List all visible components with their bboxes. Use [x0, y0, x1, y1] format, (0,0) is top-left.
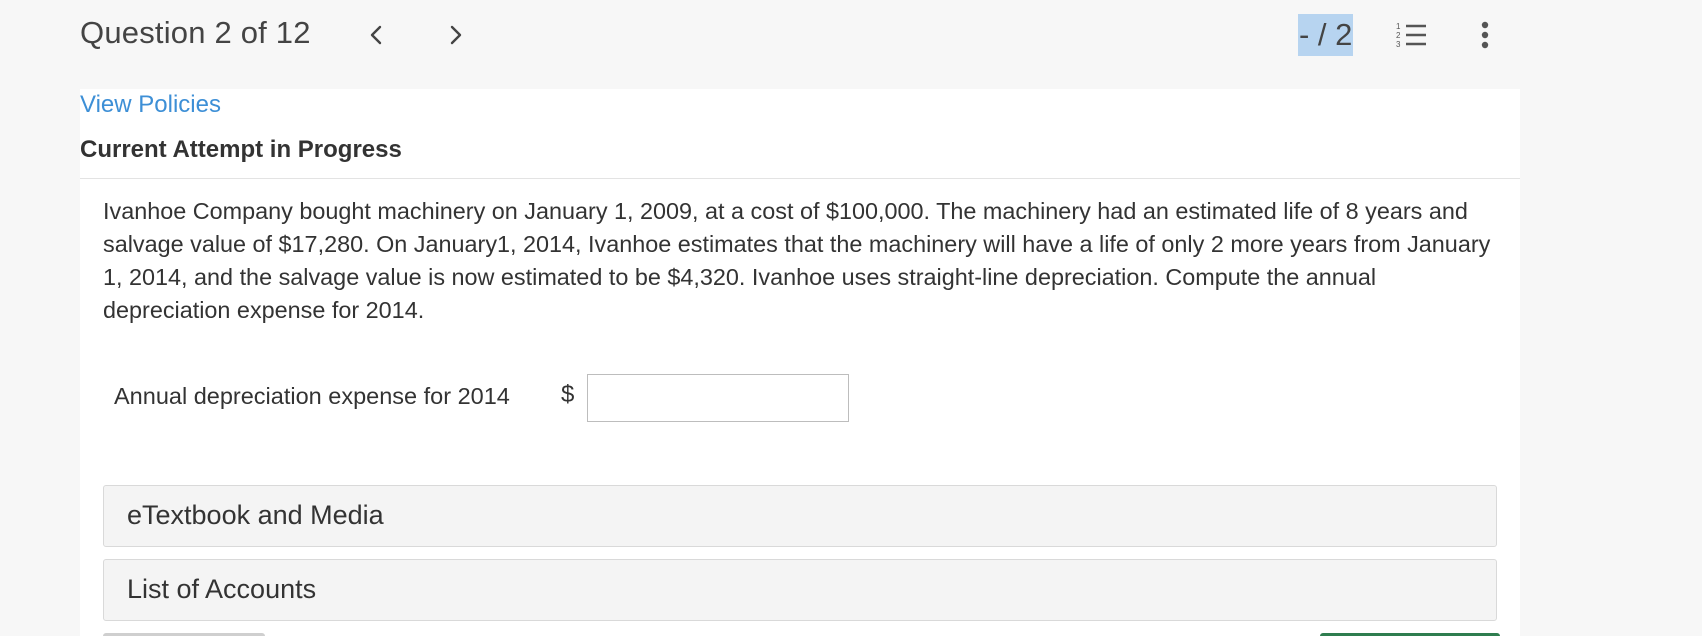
- answer-label: Annual depreciation expense for 2014: [114, 383, 510, 409]
- list-of-accounts-label: List of Accounts: [127, 574, 317, 604]
- numbered-list-icon: 1 2 3: [1396, 22, 1426, 49]
- etextbook-media-accordion[interactable]: eTextbook and Media: [103, 485, 1497, 547]
- question-list-button[interactable]: 1 2 3: [1394, 18, 1428, 52]
- currency-symbol: $: [561, 381, 575, 408]
- chevron-right-icon: [450, 25, 462, 45]
- divider: [80, 178, 1520, 179]
- score-display: - / 2: [1298, 14, 1354, 56]
- svg-text:1: 1: [1396, 22, 1401, 31]
- list-of-accounts-accordion[interactable]: List of Accounts: [103, 559, 1497, 621]
- more-options-button[interactable]: [1473, 18, 1497, 52]
- svg-text:3: 3: [1396, 40, 1401, 49]
- attempt-status-heading: Current Attempt in Progress: [80, 136, 402, 163]
- view-policies-link[interactable]: View Policies: [80, 91, 221, 119]
- annual-depreciation-input[interactable]: [587, 374, 849, 422]
- more-vertical-icon: [1481, 21, 1489, 49]
- etextbook-media-label: eTextbook and Media: [127, 500, 384, 530]
- question-title: Question 2 of 12: [80, 15, 311, 50]
- question-header: Question 2 of 12 - / 2 1 2 3: [0, 0, 1520, 89]
- svg-text:2: 2: [1396, 31, 1401, 40]
- question-text: Ivanhoe Company bought machinery on Janu…: [103, 198, 1491, 323]
- chevron-left-icon: [370, 25, 382, 45]
- next-question-button[interactable]: [440, 18, 472, 52]
- previous-question-button[interactable]: [360, 18, 392, 52]
- question-panel: View Policies Current Attempt in Progres…: [80, 89, 1520, 636]
